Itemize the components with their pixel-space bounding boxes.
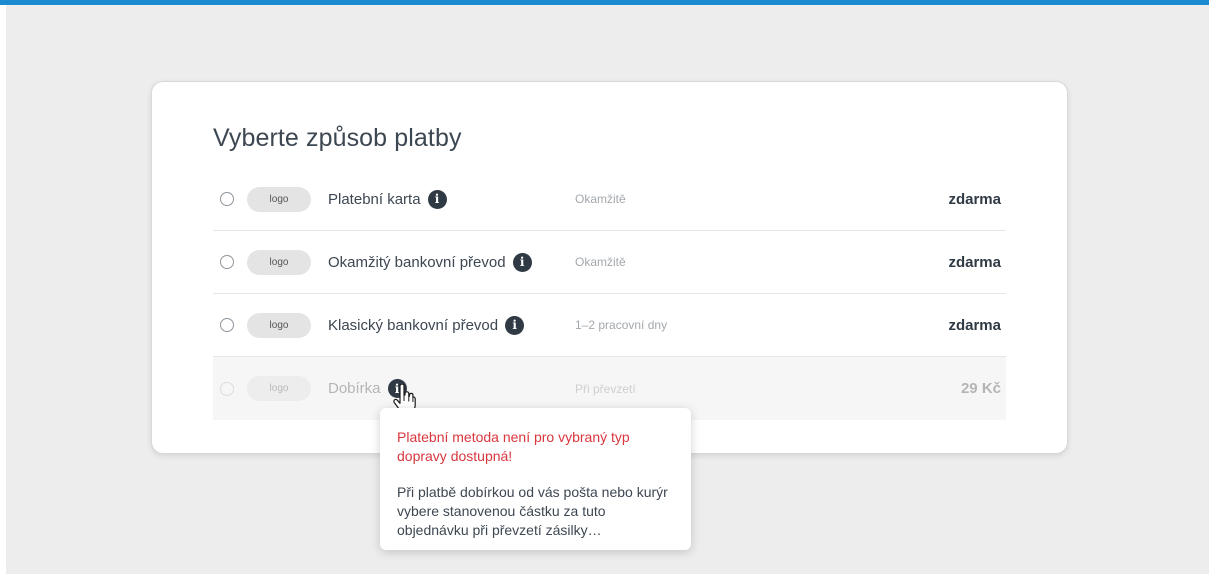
- payment-method-card-payment[interactable]: logo Platební karta i Okamžitě zdarma: [213, 168, 1006, 231]
- method-name-wrapper: Okamžitý bankovní převod i: [328, 252, 532, 272]
- info-tooltip: Platební metoda není pro vybraný typ dop…: [380, 408, 691, 550]
- method-name: Okamžitý bankovní převod: [328, 253, 506, 271]
- method-name: Dobírka: [328, 380, 381, 397]
- method-name: Platební karta: [328, 190, 421, 208]
- payment-method-card: Vyberte způsob platby logo Platební kart…: [151, 81, 1068, 454]
- radio-button[interactable]: [220, 192, 234, 206]
- tooltip-description: Při platbě dobírkou od vás pošta nebo ku…: [397, 484, 668, 538]
- method-price: 29 Kč: [960, 380, 1001, 397]
- payment-method-instant-transfer[interactable]: logo Okamžitý bankovní převod i Okamžitě…: [213, 231, 1006, 294]
- method-logo: logo: [247, 312, 311, 338]
- method-name-wrapper: Klasický bankovní převod i: [328, 315, 525, 335]
- payment-method-classic-transfer[interactable]: logo Klasický bankovní převod i 1–2 prac…: [213, 294, 1006, 357]
- radio-button: [220, 381, 234, 396]
- payment-method-list: logo Platební karta i Okamžitě zdarma lo…: [213, 168, 1006, 420]
- method-logo: logo: [247, 376, 311, 401]
- method-logo: logo: [247, 249, 311, 275]
- left-edge-strip: [0, 5, 6, 574]
- info-icon[interactable]: i: [512, 252, 532, 272]
- radio-button[interactable]: [220, 255, 234, 269]
- radio-button[interactable]: [220, 318, 234, 332]
- method-name: Klasický bankovní převod: [328, 316, 499, 334]
- method-price: zdarma: [948, 190, 1001, 208]
- method-timing: Okamžitě: [575, 192, 626, 206]
- method-price: zdarma: [948, 316, 1001, 334]
- method-name-wrapper: Platební karta i: [328, 189, 447, 209]
- info-icon[interactable]: i: [505, 315, 525, 335]
- page-title: Vyberte způsob platby: [213, 124, 462, 152]
- info-icon[interactable]: i: [427, 189, 447, 209]
- method-timing: 1–2 pracovní dny: [575, 318, 668, 332]
- method-price: zdarma: [948, 253, 1001, 271]
- method-logo: logo: [247, 186, 311, 212]
- tooltip-warning: Platební metoda není pro vybraný typ dop…: [397, 429, 630, 464]
- top-accent-bar: [0, 0, 1209, 5]
- method-timing: Okamžitě: [575, 255, 626, 269]
- method-timing: Při převzetí: [575, 381, 636, 396]
